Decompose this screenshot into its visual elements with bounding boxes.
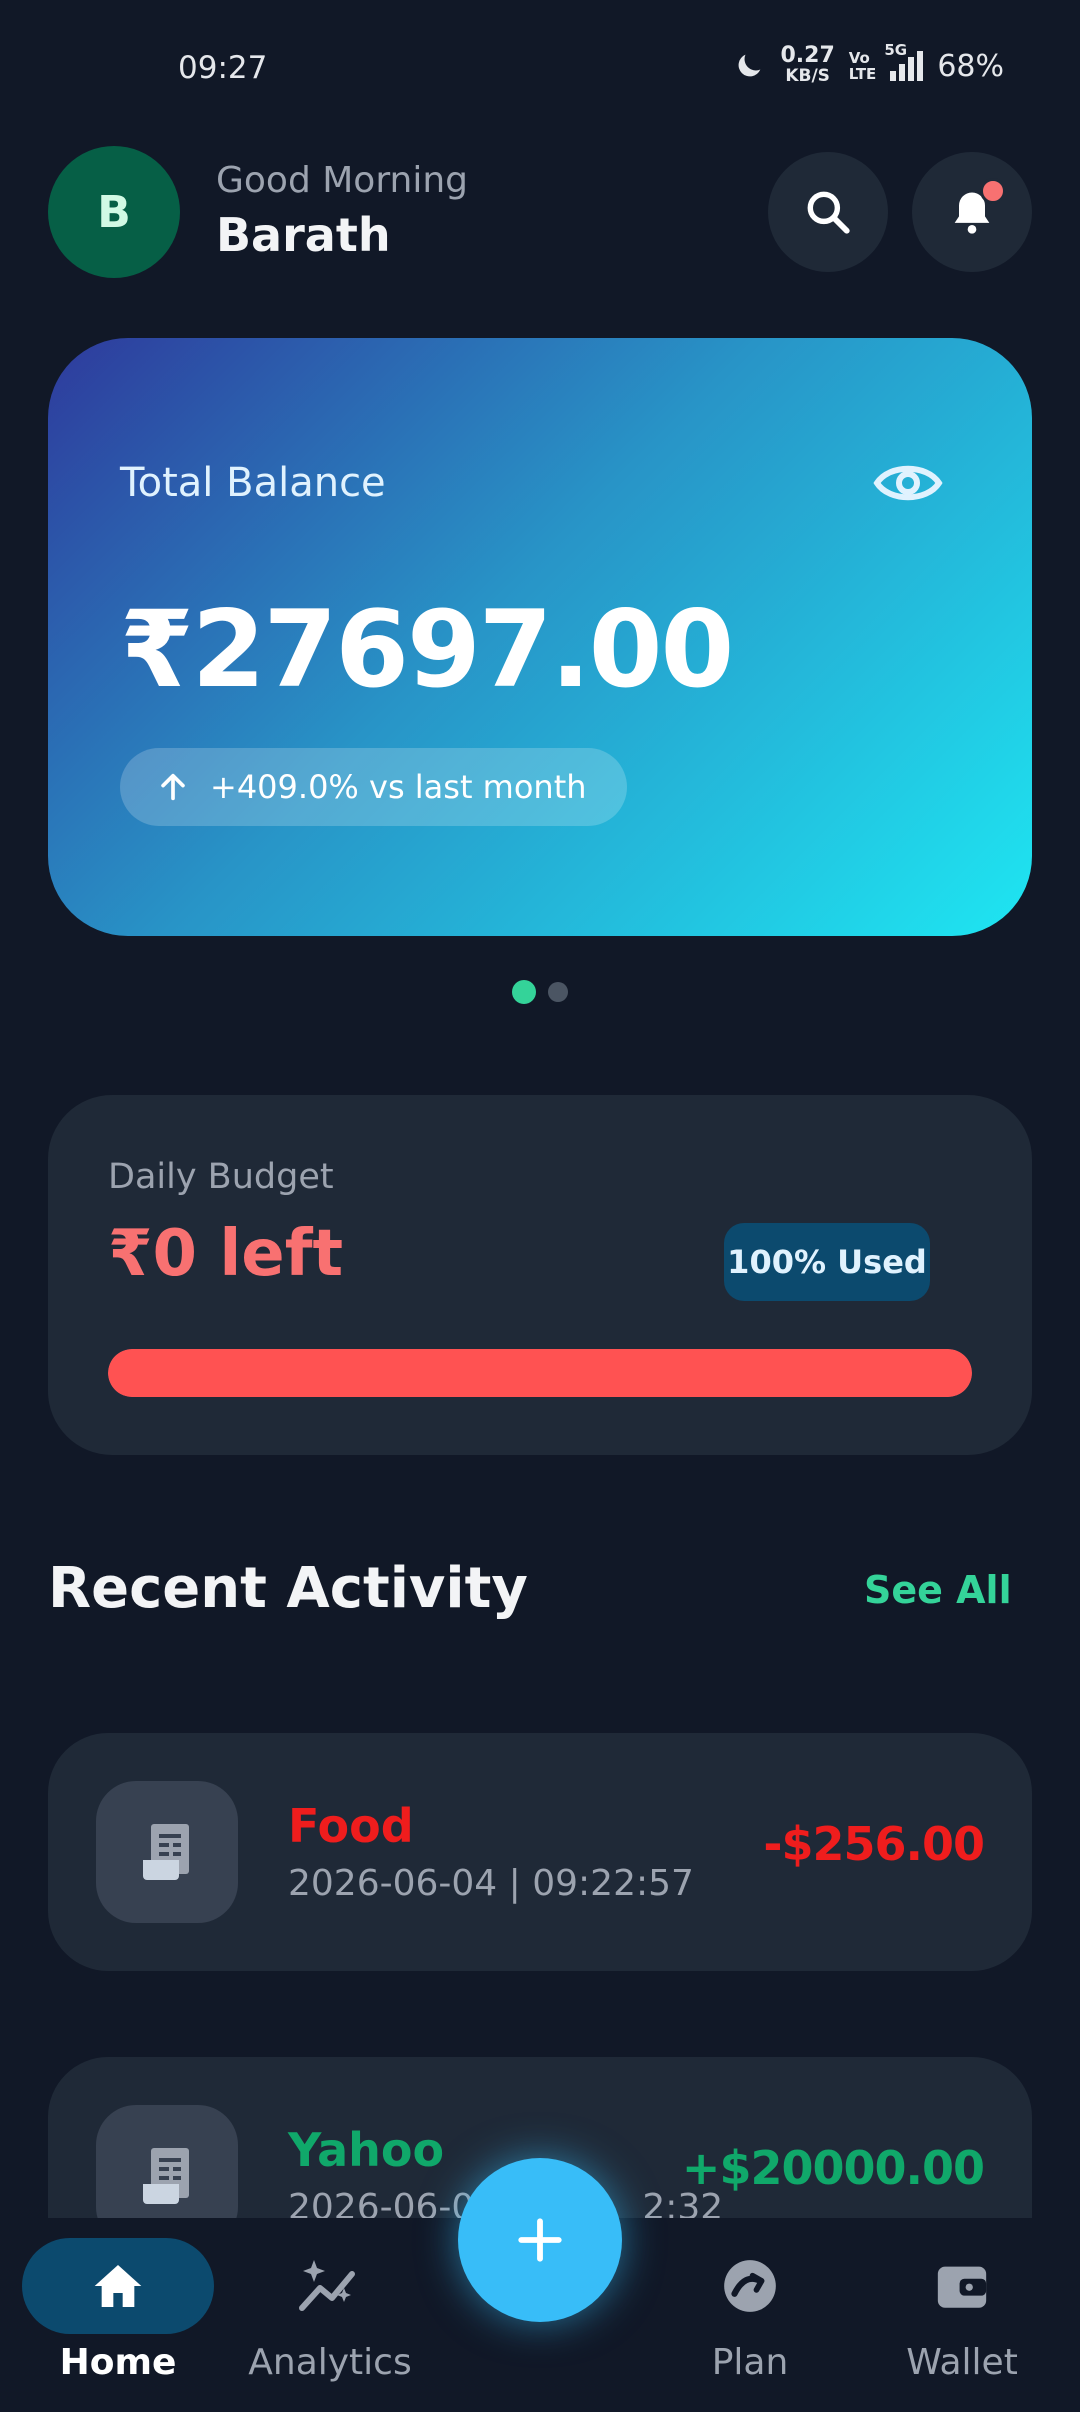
nav-home-label: Home <box>59 2342 177 2383</box>
budget-progress-bar <box>108 1349 972 1397</box>
trend-badge: +409.0% vs last month <box>120 748 627 826</box>
network-type: 5G <box>884 41 908 59</box>
nav-plan-pill <box>654 2238 846 2334</box>
signal-icon: 5G <box>884 41 924 81</box>
volte-top: Vo <box>848 49 870 67</box>
eye-icon <box>873 465 943 501</box>
arrow-up-icon <box>161 773 185 801</box>
search-button[interactable] <box>768 152 888 272</box>
carousel-indicator[interactable] <box>512 980 568 1004</box>
transaction-amount: -$256.00 <box>763 1817 985 1871</box>
nav-home[interactable]: Home <box>22 2238 214 2383</box>
network-speed-value: 0.27 <box>780 43 835 68</box>
network-speed-unit: KB/S <box>785 66 830 86</box>
budget-used-badge: 100% Used <box>724 1223 930 1301</box>
status-time: 09:27 <box>178 50 268 86</box>
greeting: Good Morning <box>216 160 468 201</box>
toggle-visibility-button[interactable] <box>848 448 968 518</box>
nav-wallet-pill <box>866 2238 1058 2334</box>
receipt-icon <box>96 1781 238 1923</box>
notifications-button[interactable] <box>912 152 1032 272</box>
wallet-icon <box>937 2266 987 2308</box>
budget-progress-fill <box>108 1349 972 1397</box>
see-all-link[interactable]: See All <box>864 1568 1012 1612</box>
avatar[interactable]: B <box>48 146 180 278</box>
carousel-dot-2[interactable] <box>548 982 568 1002</box>
network-speed: 0.27 KB/S <box>780 43 835 87</box>
home-icon <box>94 2265 142 2307</box>
battery-percent: 68% <box>937 48 1004 84</box>
nav-plan-label: Plan <box>711 2342 789 2383</box>
transaction-date: 2026-06-04 | 09:22:57 <box>288 1863 694 1904</box>
user-name: Barath <box>216 208 391 262</box>
nav-analytics-label: Analytics <box>248 2342 412 2383</box>
nav-wallet-label: Wallet <box>906 2342 1018 2383</box>
nav-analytics-pill <box>234 2238 426 2334</box>
moon-icon <box>739 54 761 77</box>
notification-badge <box>980 178 1006 204</box>
transaction-name: Yahoo <box>288 2123 445 2177</box>
status-icons: 0.27 KB/S Vo LTE 5G 68% <box>732 41 1004 87</box>
transaction-name: Food <box>288 1799 414 1853</box>
nav-wallet[interactable]: Wallet <box>866 2238 1058 2383</box>
volte-bottom: LTE <box>848 65 877 83</box>
trend-text: +409.0% vs last month <box>210 768 587 806</box>
search-icon <box>807 191 850 234</box>
budget-remaining: ₹0 left <box>108 1217 344 1291</box>
balance-card[interactable]: Total Balance ₹27697.00 +409.0% vs last … <box>48 338 1032 936</box>
nav-analytics[interactable]: Analytics <box>234 2238 426 2383</box>
transaction-item[interactable]: Food 2026-06-04 | 09:22:57 -$256.00 <box>48 1733 1032 1971</box>
balance-amount: ₹27697.00 <box>120 588 734 711</box>
nav-plan[interactable]: Plan <box>654 2238 846 2383</box>
carousel-dot-1[interactable] <box>512 980 536 1004</box>
nav-home-pill <box>22 2238 214 2334</box>
plan-icon <box>724 2260 776 2312</box>
add-transaction-button[interactable] <box>458 2158 622 2322</box>
balance-label: Total Balance <box>120 460 386 506</box>
daily-budget-card[interactable]: Daily Budget ₹0 left 100% Used <box>48 1095 1032 1455</box>
analytics-icon <box>299 2260 355 2311</box>
recent-activity-title: Recent Activity <box>48 1556 528 1621</box>
budget-label: Daily Budget <box>108 1157 334 1197</box>
volte-indicator: Vo LTE <box>849 50 877 82</box>
transaction-amount: +$20000.00 <box>681 2141 985 2195</box>
plus-icon <box>518 2218 562 2262</box>
